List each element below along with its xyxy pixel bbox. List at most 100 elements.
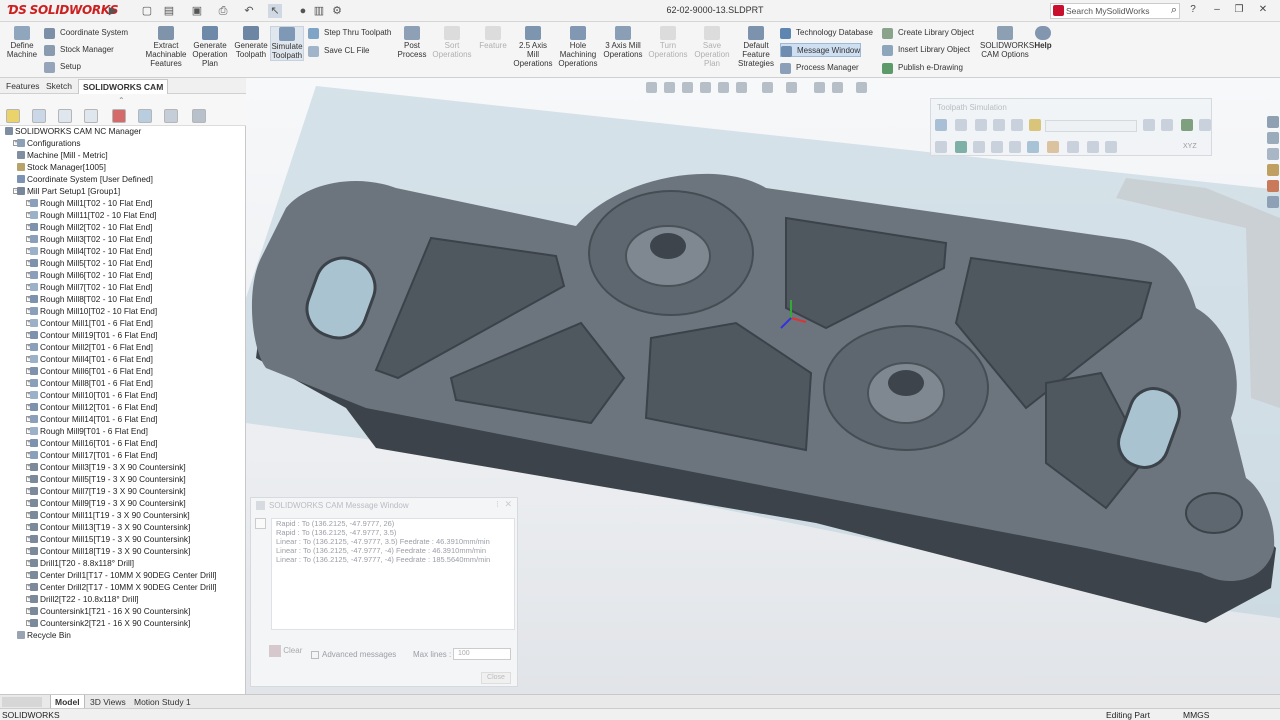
sim-display-icon[interactable] <box>935 119 947 131</box>
tree-operation-item[interactable]: + Contour Mill19[T01 - 6 Flat End] <box>26 329 158 341</box>
sim-analysis-icon[interactable] <box>1105 141 1117 153</box>
toolpath-icon[interactable] <box>164 109 178 123</box>
panel-splitter[interactable]: ⌃ <box>0 94 246 106</box>
tool-tree-icon[interactable] <box>58 109 72 123</box>
post-process-button[interactable]: Post Process <box>396 26 428 59</box>
collapse-handle-icon[interactable]: ⌃ <box>118 96 125 105</box>
tree-operation-item[interactable]: + Contour Mill15[T19 - 3 X 90 Countersink… <box>26 533 190 545</box>
sim-xyz-label[interactable]: XYZ <box>1183 143 1197 150</box>
save-operation-plan-button[interactable]: Save Operation Plan <box>692 26 732 68</box>
tree-operation-item[interactable]: + Rough Mill8[T02 - 10 Flat End] <box>26 293 153 305</box>
tab-scroll-buttons[interactable] <box>2 697 42 707</box>
display-pane-icon[interactable] <box>856 82 867 93</box>
appearance-icon[interactable] <box>112 109 126 123</box>
tree-operation-item[interactable]: + Rough Mill9[T01 - 6 Flat End] <box>26 425 148 437</box>
extract-features-button[interactable]: Extract Machinable Features <box>142 26 190 68</box>
tree-operation-item[interactable]: + Contour Mill5[T19 - 3 X 90 Countersink] <box>26 473 186 485</box>
tree-operation-item[interactable]: + Center Drill2[T17 - 10MM X 90DEG Center… <box>26 581 217 593</box>
sim-prev-icon[interactable] <box>975 119 987 131</box>
sim-step-back-icon[interactable] <box>993 119 1005 131</box>
operation-tree-icon[interactable] <box>32 109 46 123</box>
section-view-icon[interactable] <box>700 82 711 93</box>
sim-target-icon[interactable] <box>1027 141 1039 153</box>
message-window-pin-icon[interactable]: ⁝ <box>496 499 499 510</box>
tree-operation-item[interactable]: + Contour Mill16[T01 - 6 Flat End] <box>26 437 158 449</box>
solidworks-logo[interactable]: ƊS SOLIDWORKS <box>8 3 118 17</box>
tree-coordinate-system[interactable]: Coordinate System [User Defined] <box>17 173 153 185</box>
tree-operation-item[interactable]: + Rough Mill10[T02 - 10 Flat End] <box>26 305 157 317</box>
technology-database-button[interactable]: Technology Database <box>780 26 873 40</box>
message-window-close-icon[interactable]: ✕ <box>504 499 512 510</box>
tree-operation-item[interactable]: + Countersink1[T21 - 16 X 90 Countersink] <box>26 605 190 617</box>
turn-operations-button[interactable]: Turn Operations <box>646 26 690 59</box>
tree-operation-item[interactable]: + Contour Mill1[T01 - 6 Flat End] <box>26 317 153 329</box>
tab-solidworks-cam[interactable]: SOLIDWORKS CAM <box>78 79 169 94</box>
simulate-toolpath-button[interactable]: Simulate Toolpath <box>270 26 304 61</box>
tree-operation-item[interactable]: + Rough Mill2[T02 - 10 Flat End] <box>26 221 153 233</box>
resources-icon[interactable] <box>1267 132 1279 144</box>
restore-icon[interactable]: ❐ <box>1232 3 1246 17</box>
tree-machine[interactable]: Machine [Mill - Metric] <box>17 149 108 161</box>
print-icon[interactable]: ⎙ <box>216 4 230 18</box>
mill-25-axis-button[interactable]: 2.5 Axis Mill Operations <box>512 26 554 68</box>
options-icon[interactable]: ⚙ <box>330 4 344 18</box>
view-orientation-icon[interactable] <box>718 82 729 93</box>
advanced-messages-checkbox[interactable]: Advanced messages <box>311 650 396 659</box>
sim-tool-icon[interactable] <box>935 141 947 153</box>
tree-operation-item[interactable]: + Rough Mill3[T02 - 10 Flat End] <box>26 233 153 245</box>
design-library-icon[interactable] <box>1267 148 1279 160</box>
tree-operation-item[interactable]: + Drill1[T20 - 8.8x118° Drill] <box>26 557 134 569</box>
hide-show-icon[interactable] <box>762 82 773 93</box>
create-library-object-button[interactable]: Create Library Object <box>882 26 974 40</box>
feature-button[interactable]: Feature <box>476 26 510 50</box>
scene-icon[interactable] <box>814 82 825 93</box>
rebuild-icon[interactable]: ● <box>296 4 310 18</box>
max-lines-input[interactable]: 100 <box>453 648 511 660</box>
generate-toolpath-button[interactable]: Generate Toolpath <box>232 26 270 59</box>
cam-feature-icon[interactable] <box>138 109 152 123</box>
close-icon[interactable]: ✕ <box>1256 3 1270 17</box>
cam-options-button[interactable]: SOLIDWORKS CAM Options <box>980 26 1034 59</box>
tree-operation-item[interactable]: + Contour Mill11[T19 - 3 X 90 Countersink… <box>26 509 190 521</box>
sim-cancel-icon[interactable] <box>1199 119 1211 131</box>
default-feature-strategies-button[interactable]: Default Feature Strategies <box>736 26 776 68</box>
help-button[interactable]: Help <box>1032 26 1054 50</box>
step-thru-toolpath-button[interactable]: Step Thru Toolpath <box>308 26 391 40</box>
feature-tree-icon[interactable] <box>6 109 20 123</box>
tab-3d-views[interactable]: 3D Views <box>86 695 130 709</box>
tree-operation-item[interactable]: + Contour Mill4[T01 - 6 Flat End] <box>26 353 153 365</box>
save-icon[interactable]: ▣ <box>190 4 204 18</box>
sim-edit-icon[interactable] <box>1087 141 1099 153</box>
view-settings-icon[interactable] <box>832 82 843 93</box>
search-input[interactable]: Search MySolidWorks <box>1066 6 1149 16</box>
tree-operation-item[interactable]: + Contour Mill8[T01 - 6 Flat End] <box>26 377 153 389</box>
filter-icon[interactable] <box>192 109 206 123</box>
tab-motion-study[interactable]: Motion Study 1 <box>130 695 195 709</box>
status-units[interactable]: MMGS <box>1183 710 1209 720</box>
tree-operation-item[interactable]: + Contour Mill17[T01 - 6 Flat End] <box>26 449 158 461</box>
tree-stock-manager[interactable]: Stock Manager[1005] <box>17 161 106 173</box>
generate-plan-button[interactable]: Generate Operation Plan <box>190 26 230 68</box>
sim-stock-icon[interactable] <box>955 141 967 153</box>
tab-sketch[interactable]: Sketch <box>42 79 76 94</box>
sim-rewind-icon[interactable] <box>955 119 967 131</box>
select-icon[interactable]: ↖ <box>268 4 282 18</box>
sim-gouge-icon[interactable] <box>1047 141 1059 153</box>
tree-operation-item[interactable]: + Contour Mill14[T01 - 6 Flat End] <box>26 413 158 425</box>
tree-operation-item[interactable]: + Contour Mill7[T19 - 3 X 90 Countersink] <box>26 485 186 497</box>
tree-operation-item[interactable]: + Rough Mill7[T02 - 10 Flat End] <box>26 281 153 293</box>
edit-appearance-icon[interactable] <box>786 82 797 93</box>
hole-machining-button[interactable]: Hole Machining Operations <box>556 26 600 68</box>
tree-operation-item[interactable]: + Rough Mill4[T02 - 10 Flat End] <box>26 245 153 257</box>
sim-part-icon[interactable] <box>1009 141 1021 153</box>
setup-button[interactable]: Setup <box>44 60 81 74</box>
tree-operation-item[interactable]: + Center Drill1[T17 - 10MM X 90DEG Center… <box>26 569 217 581</box>
tree-operation-item[interactable]: + Rough Mill6[T02 - 10 Flat End] <box>26 269 153 281</box>
stock-manager-button[interactable]: Stock Manager <box>44 43 114 57</box>
sim-speed-slider[interactable] <box>1045 120 1137 132</box>
origin-icon[interactable] <box>84 109 98 123</box>
sim-ok-icon[interactable] <box>1181 119 1193 131</box>
search-box[interactable]: Search MySolidWorks ⌕ <box>1050 3 1180 19</box>
help-menu-icon[interactable]: ? <box>1186 3 1200 17</box>
previous-view-icon[interactable] <box>682 82 693 93</box>
